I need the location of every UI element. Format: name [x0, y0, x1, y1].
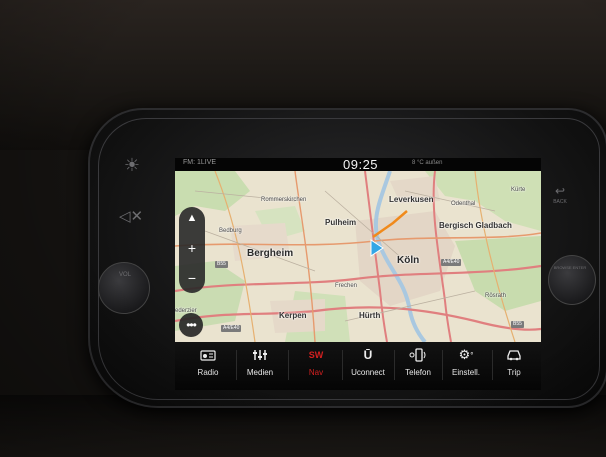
infotainment-screen: FM: 1LIVE 09:25 8 °C außen Leverkusen Od…	[175, 158, 541, 390]
tab-einstell[interactable]: ⚙ ° Einstell.	[441, 344, 491, 388]
place-label: Bergisch Gladbach	[439, 221, 512, 230]
map-graphics	[175, 171, 541, 342]
settings-icon: ⚙ °	[458, 347, 474, 362]
tab-nav[interactable]: SW Nav	[291, 344, 341, 388]
phone-icon	[409, 344, 427, 366]
place-label: Leverkusen	[389, 195, 434, 204]
road-label: B55	[215, 261, 228, 268]
status-bar: FM: 1LIVE 09:25 8 °C außen	[175, 158, 541, 172]
media-icon	[252, 344, 268, 366]
place-label: Kürte	[511, 187, 526, 193]
place-label: Pulheim	[325, 218, 357, 227]
place-label: Kerpen	[279, 311, 307, 320]
zoom-in-button[interactable]: +	[179, 237, 205, 259]
volume-label: VOL	[118, 272, 131, 278]
back-icon[interactable]: ↩	[549, 184, 571, 198]
zoom-controls: ▲ + −	[179, 207, 205, 293]
place-label: Frechen	[335, 283, 358, 289]
place-label: Köln	[397, 255, 420, 266]
tab-divider	[288, 350, 289, 380]
more-options-button[interactable]: •••	[179, 313, 203, 337]
photo-scene: ☀ ◁✕ VOL ↩ BACK BROWSE ENTER FM: 1LIVE 0…	[0, 0, 606, 457]
outside-temperature: 8 °C außen	[412, 160, 443, 166]
tab-label: Trip	[507, 368, 521, 377]
road-label: A4/E40	[441, 259, 462, 266]
radio-icon	[200, 344, 216, 366]
map-up-button[interactable]: ▲	[179, 207, 205, 229]
tab-label: Uconnect	[351, 368, 385, 377]
place-label: Rommerskirchen	[261, 197, 307, 203]
tab-medien[interactable]: Medien	[235, 344, 285, 388]
zoom-out-button[interactable]: −	[179, 267, 205, 289]
nav-compass-icon: SW	[308, 350, 324, 360]
tab-label: Radio	[197, 368, 219, 377]
tab-trip[interactable]: Trip	[489, 344, 539, 388]
place-label: Rösrath	[485, 293, 507, 299]
tab-telefon[interactable]: Telefon	[393, 344, 443, 388]
brightness-icon[interactable]: ☀	[120, 153, 144, 177]
back-label: BACK	[553, 199, 567, 205]
tab-uconnect[interactable]: Ū Uconnect	[343, 344, 393, 388]
road-label: B55	[511, 321, 524, 328]
tab-radio[interactable]: Radio	[183, 344, 233, 388]
bottom-tab-bar: Radio Medien SW Nav Ū Uconnect Telefon ⚙…	[175, 342, 541, 390]
browse-enter-label: BROWSE ENTER	[553, 264, 587, 270]
tab-label: Medien	[246, 368, 274, 377]
navigation-map[interactable]: Leverkusen Odenthal Kürte Rommerskirchen…	[175, 171, 541, 342]
place-label: Hürth	[359, 311, 381, 320]
mute-icon[interactable]: ◁✕	[118, 205, 144, 227]
uconnect-icon: Ū	[363, 348, 373, 362]
clock: 09:25	[343, 158, 379, 172]
tab-label: Telefon	[405, 368, 431, 377]
place-label: Bergheim	[247, 248, 294, 259]
radio-station-status: FM: 1LIVE	[183, 159, 217, 166]
place-label: Odenthal	[451, 201, 476, 207]
place-label: Bedburg	[219, 228, 242, 234]
road-label: A4/E40	[221, 325, 242, 332]
vehicle-position-icon	[370, 239, 384, 257]
tab-label: Nav	[308, 368, 324, 377]
tab-label: Einstell.	[451, 368, 480, 377]
car-icon	[506, 344, 522, 366]
